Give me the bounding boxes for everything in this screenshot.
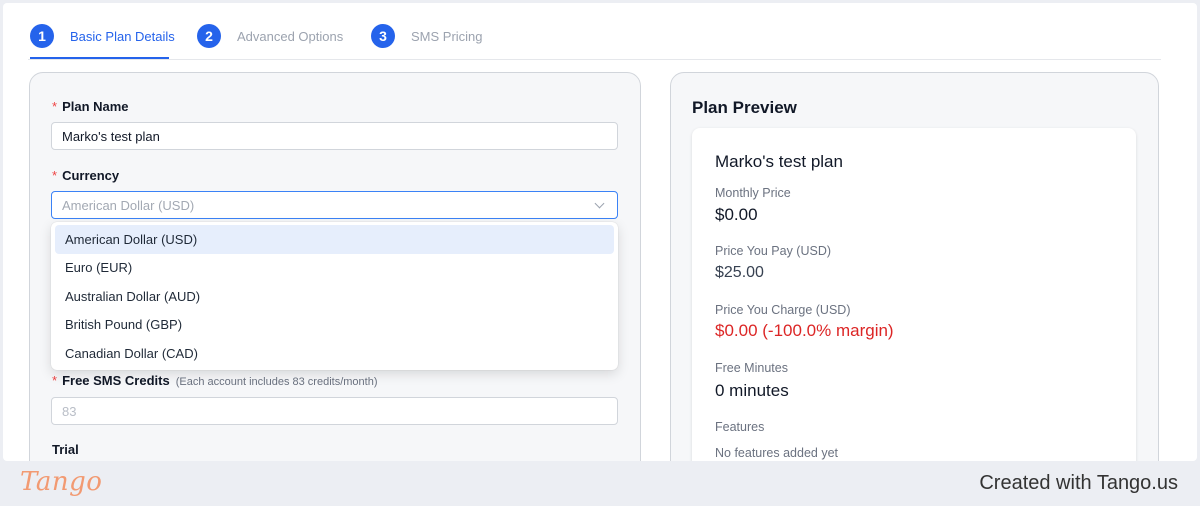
currency-option-usd[interactable]: American Dollar (USD) [55, 225, 614, 254]
currency-option-cad[interactable]: Canadian Dollar (CAD) [55, 339, 614, 368]
trial-label: Trial [52, 442, 79, 457]
currency-option-eur[interactable]: Euro (EUR) [55, 254, 614, 283]
free-sms-hint: (Each account includes 83 credits/month) [175, 376, 378, 388]
stepper: 1 Basic Plan Details 2 Advanced Options … [28, 3, 1161, 60]
free-sms-label: * Free SMS Credits (Each account includes … [52, 373, 378, 388]
step-sms-pricing[interactable]: 3 SMS Pricing [371, 23, 483, 49]
active-step-indicator [30, 57, 169, 59]
plan-name-label: * Plan Name [52, 99, 129, 114]
app-frame: 1 Basic Plan Details 2 Advanced Options … [3, 3, 1197, 461]
step-label: Basic Plan Details [70, 28, 175, 44]
currency-select[interactable]: American Dollar (USD) [51, 191, 618, 219]
required-mark: * [52, 99, 58, 114]
plan-name-value: Marko's test plan [62, 128, 160, 144]
step-basic-plan-details[interactable]: 1 Basic Plan Details [30, 23, 175, 49]
tango-logo: Tango [20, 467, 103, 497]
plan-name-input[interactable]: Marko's test plan [51, 122, 618, 150]
price-you-charge-value: $0.00 (-100.0% margin) [715, 321, 894, 340]
chevron-down-icon [594, 198, 605, 208]
price-you-charge-label: Price You Charge (USD) [715, 303, 851, 317]
tango-credit: Created with Tango.us [979, 472, 1178, 494]
currency-dropdown: American Dollar (USD) Euro (EUR) Austral… [51, 222, 618, 370]
price-you-pay-label: Price You Pay (USD) [715, 244, 832, 258]
required-mark: * [52, 373, 58, 388]
preview-plan-name: Marko's test plan [715, 152, 843, 171]
features-label: Features [715, 420, 765, 434]
currency-placeholder: American Dollar (USD) [62, 197, 195, 213]
features-value: No features added yet [715, 446, 838, 460]
plan-preview-panel: Plan Preview Marko's test plan Monthly P… [670, 72, 1159, 461]
free-minutes-label: Free Minutes [715, 361, 788, 375]
currency-option-aud[interactable]: Australian Dollar (AUD) [55, 282, 614, 311]
step-label: SMS Pricing [411, 28, 483, 44]
free-sms-input[interactable]: 83 [51, 397, 618, 425]
plan-preview-card: Marko's test plan Monthly Price $0.00 Pr… [692, 128, 1136, 461]
free-minutes-value: 0 minutes [715, 381, 789, 400]
step-label: Advanced Options [237, 28, 344, 44]
tango-footer: Tango Created with Tango.us [0, 461, 1200, 506]
free-sms-placeholder: 83 [62, 403, 77, 419]
step-number: 2 [197, 24, 221, 48]
step-number: 1 [30, 24, 54, 48]
step-number: 3 [371, 24, 395, 48]
currency-label: * Currency [52, 168, 120, 183]
monthly-price-value: $0.00 [715, 205, 758, 224]
price-you-pay-value: $25.00 [715, 264, 764, 281]
currency-option-gbp[interactable]: British Pound (GBP) [55, 311, 614, 340]
plan-preview-title: Plan Preview [692, 98, 797, 117]
monthly-price-label: Monthly Price [715, 186, 791, 200]
step-advanced-options[interactable]: 2 Advanced Options [197, 23, 343, 49]
required-mark: * [52, 168, 58, 183]
